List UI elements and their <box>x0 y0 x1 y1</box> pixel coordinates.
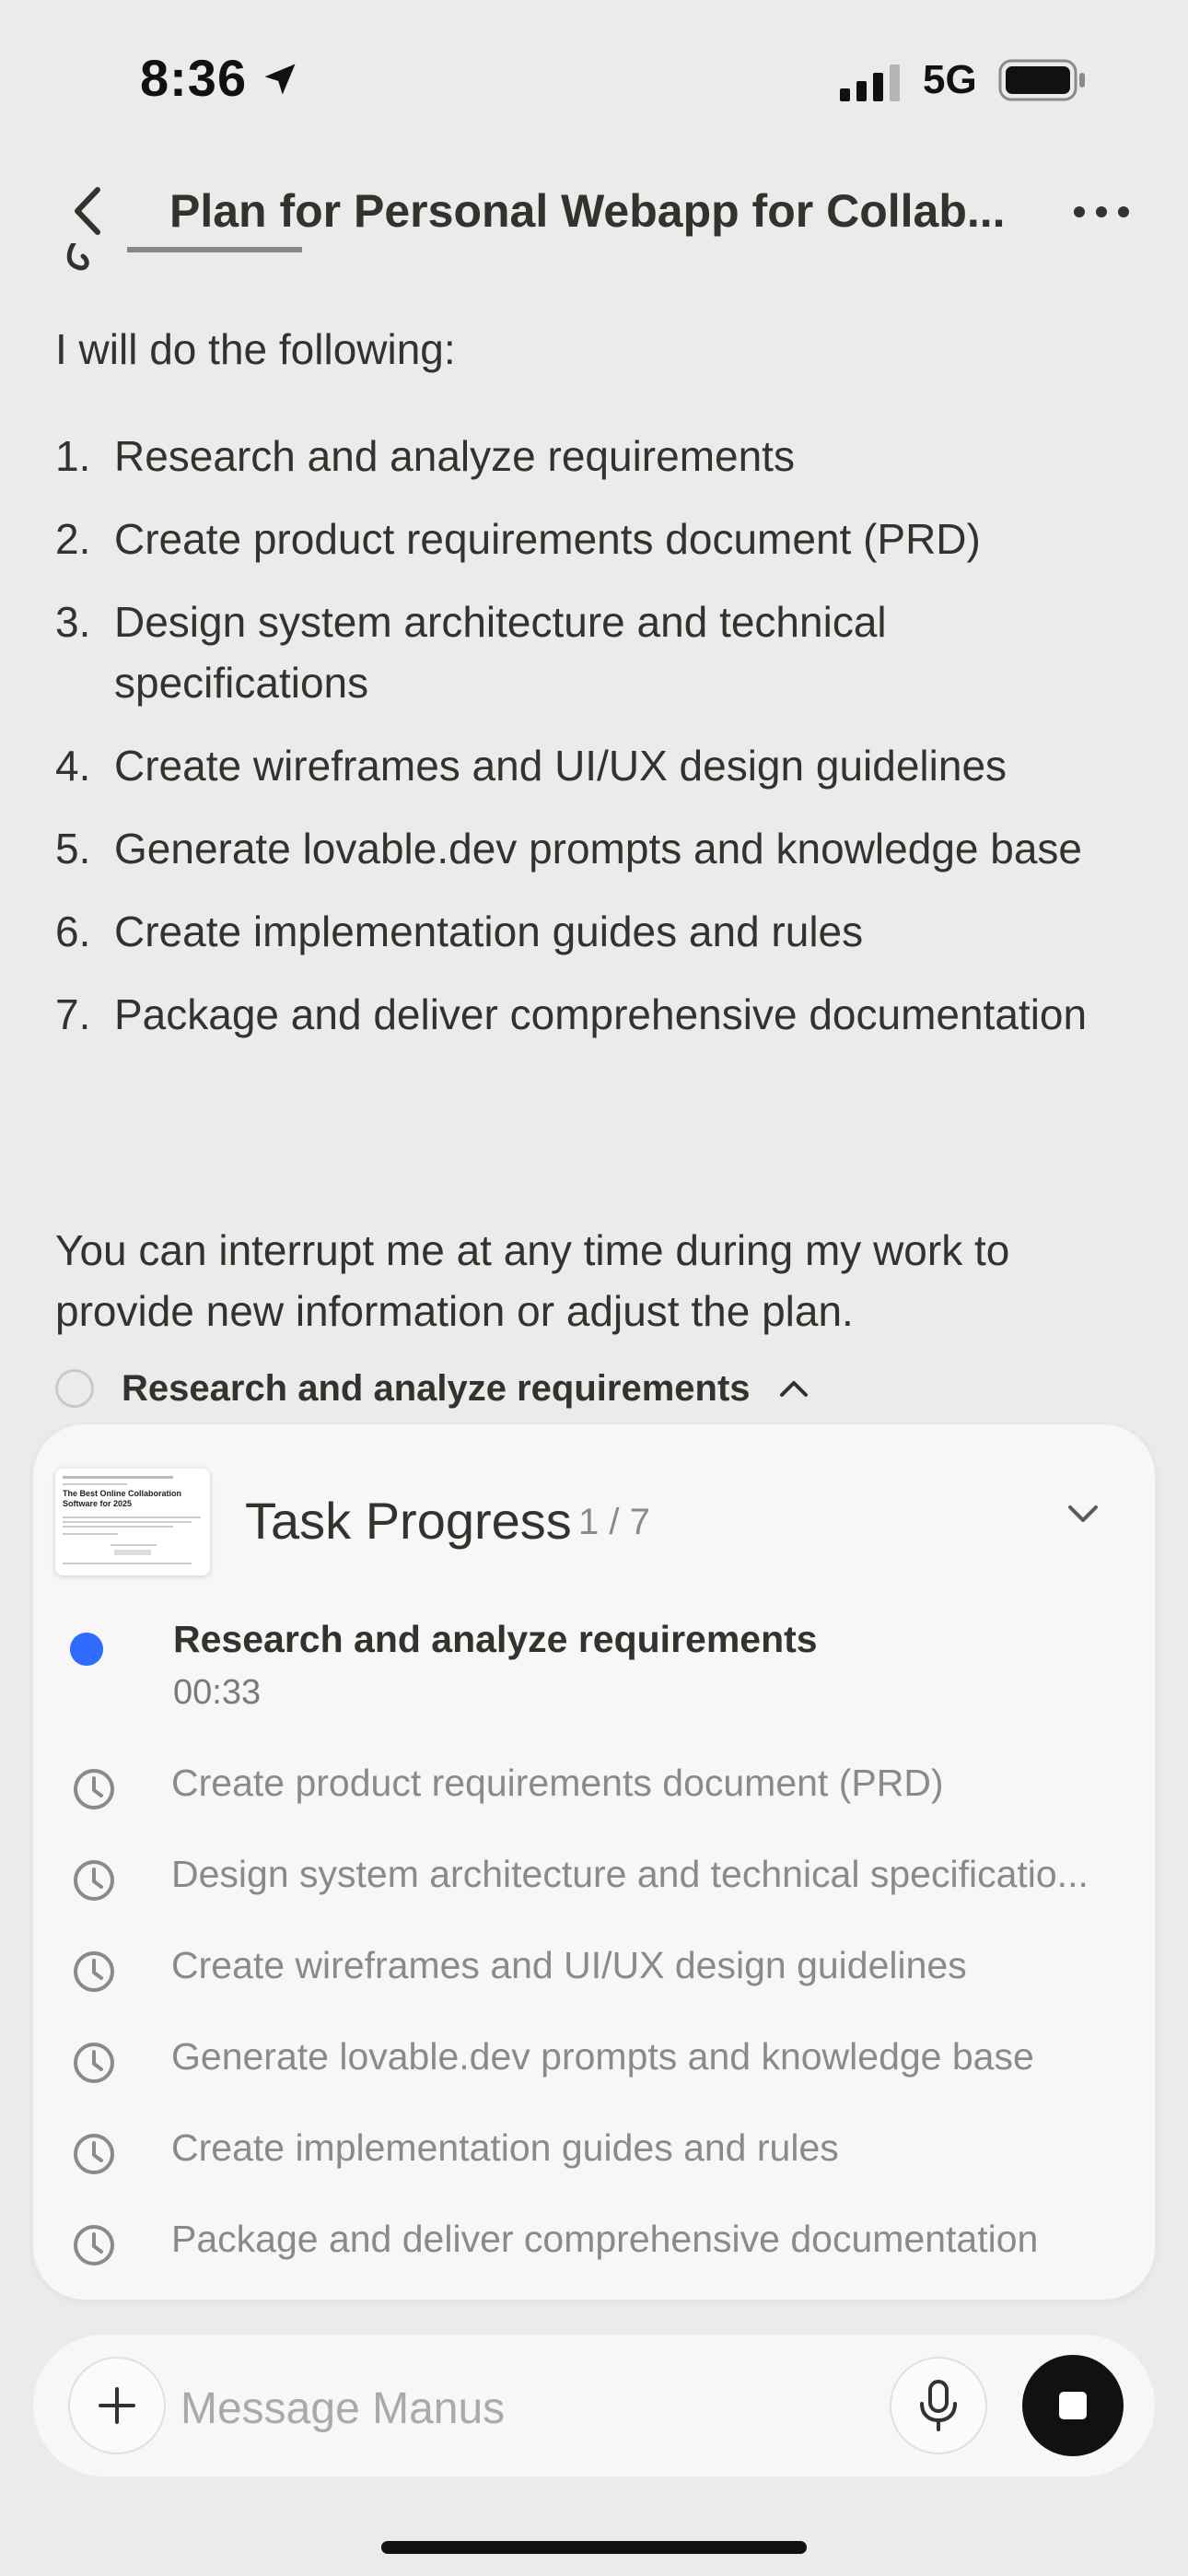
stop-button[interactable] <box>1022 2355 1124 2456</box>
clock-icon <box>74 1860 114 1901</box>
active-task-elapsed: 00:33 <box>173 1673 262 1712</box>
plan-item: 5. Generate lovable.dev prompts and know… <box>55 818 1096 879</box>
pending-task-label: Create wireframes and UI/UX design guide… <box>171 1944 967 1986</box>
add-attachment-button[interactable] <box>68 2357 166 2454</box>
plan-item-text: Create wireframes and UI/UX design guide… <box>114 742 1007 790</box>
thumbnail-heading: The Best Online Collaboration Software f… <box>63 1489 182 1508</box>
chevron-up-icon <box>779 1381 808 1397</box>
page-title: Plan for Personal Webapp for Collab... <box>169 185 1006 237</box>
plan-item-number: 5. <box>55 825 91 872</box>
plan-item: 3. Design system architecture and techni… <box>55 591 1096 713</box>
message-intro: I will do the following: <box>55 325 456 373</box>
plus-icon <box>99 2387 135 2424</box>
plan-item-text: Generate lovable.dev prompts and knowled… <box>114 825 1083 872</box>
plan-list: 1. Research and analyze requirements 2. … <box>55 426 1096 1067</box>
clock-icon <box>74 2134 114 2174</box>
in-progress-icon <box>70 1633 103 1666</box>
task-progress-card: The Best Online Collaboration Software f… <box>33 1424 1155 2300</box>
plan-item-number: 4. <box>55 742 91 790</box>
plan-item: 6. Create implementation guides and rule… <box>55 901 1096 962</box>
status-bar: 8:36 5G <box>0 0 1188 157</box>
back-button[interactable] <box>61 179 116 243</box>
plan-item-text: Research and analyze requirements <box>114 432 795 480</box>
pending-task-label: Create implementation guides and rules <box>171 2126 839 2169</box>
plan-item-text: Create product requirements document (PR… <box>114 515 981 563</box>
signal-icon <box>840 64 900 101</box>
plan-item-number: 3. <box>55 598 91 646</box>
home-indicator[interactable] <box>381 2541 807 2554</box>
plan-item: 7. Package and deliver comprehensive doc… <box>55 984 1096 1045</box>
pending-task-label: Design system architecture and technical… <box>171 1853 1089 1895</box>
battery-icon <box>998 59 1085 101</box>
message-input[interactable] <box>179 2375 882 2441</box>
plan-item-number: 6. <box>55 907 91 955</box>
pending-task: Create implementation guides and rules <box>66 2121 1135 2212</box>
pending-task-label: Create product requirements document (PR… <box>171 1762 944 1804</box>
plan-item-number: 1. <box>55 432 91 480</box>
clock-icon <box>74 1951 114 1992</box>
task-progress-title: Task Progress <box>245 1492 572 1550</box>
location-arrow-icon <box>264 64 296 95</box>
browser-preview-thumbnail[interactable]: The Best Online Collaboration Software f… <box>55 1469 210 1575</box>
plan-item-number: 2. <box>55 515 91 563</box>
plan-item: 4. Create wireframes and UI/UX design gu… <box>55 735 1096 796</box>
pending-task: Create product requirements document (PR… <box>66 1756 1135 1847</box>
clock-icon <box>74 1769 114 1809</box>
thumbnail-page-art <box>63 1476 201 1564</box>
plan-item: 2. Create product requirements document … <box>55 509 1096 569</box>
pending-task: Create wireframes and UI/UX design guide… <box>66 1938 1135 2030</box>
status-time: 8:36 <box>140 49 248 107</box>
current-step-toggle[interactable]: Research and analyze requirements <box>55 1360 809 1417</box>
task-progress-count: 1 / 7 <box>578 1502 650 1542</box>
voice-input-button[interactable] <box>890 2357 987 2454</box>
pending-task: Design system architecture and technical… <box>66 1847 1135 1938</box>
plan-item-number: 7. <box>55 990 91 1038</box>
plan-item-text: Design system architecture and technical… <box>114 598 887 707</box>
plan-item-text: Create implementation guides and rules <box>114 907 864 955</box>
network-label: 5G <box>923 57 977 102</box>
pending-task-label: Package and deliver comprehensive docume… <box>171 2218 1039 2260</box>
more-options-button[interactable] <box>1068 182 1135 241</box>
step-status-circle-icon <box>55 1369 94 1408</box>
plan-item-text: Package and deliver comprehensive docume… <box>114 990 1088 1038</box>
microphone-icon <box>920 2380 957 2431</box>
collapse-chevron-down-icon[interactable] <box>1066 1504 1100 1524</box>
plan-item: 1. Research and analyze requirements <box>55 426 1096 486</box>
pending-task: Package and deliver comprehensive docume… <box>66 2212 1135 2303</box>
clock-icon <box>74 2225 114 2266</box>
active-task-label: Research and analyze requirements <box>173 1618 818 1660</box>
clock-icon <box>74 2043 114 2083</box>
scrolled-message-fragment <box>66 243 302 271</box>
pending-task-list: Create product requirements document (PR… <box>66 1756 1135 2303</box>
pending-task-label: Generate lovable.dev prompts and knowled… <box>171 2035 1034 2078</box>
current-step-label: Research and analyze requirements <box>122 1367 751 1409</box>
pending-task: Generate lovable.dev prompts and knowled… <box>66 2030 1135 2121</box>
message-composer <box>33 2335 1155 2476</box>
stop-icon <box>1059 2392 1087 2419</box>
message-note: You can interrupt me at any time during … <box>55 1226 1010 1335</box>
